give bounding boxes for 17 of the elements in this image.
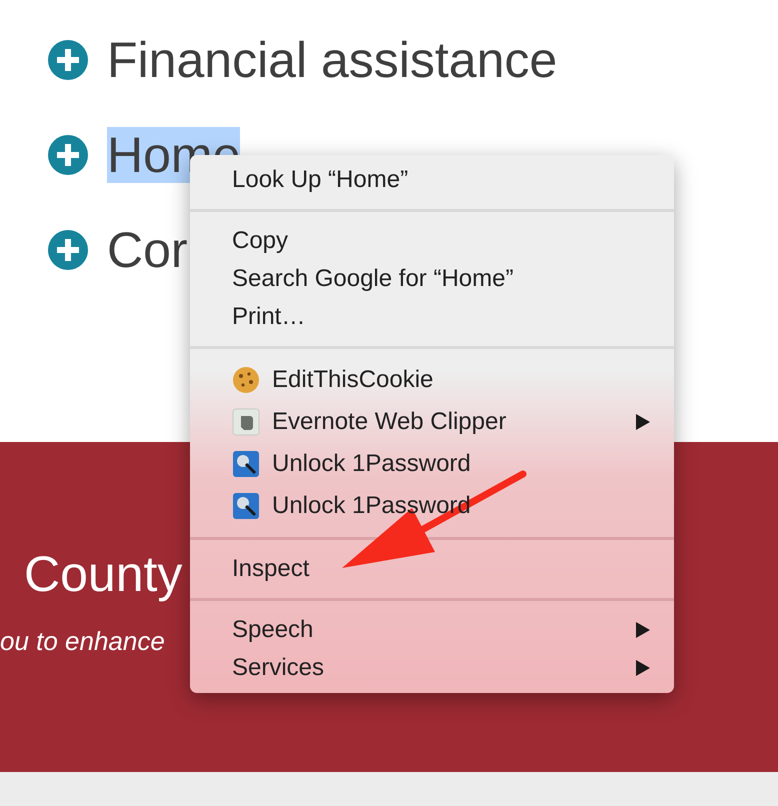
menu-item[interactable]: Print… [190,298,674,336]
menu-item[interactable]: Evernote Web Clipper [190,401,674,443]
cookie-icon [232,366,260,394]
menu-item[interactable]: Unlock 1Password [190,443,674,485]
plus-icon[interactable] [48,230,88,270]
menu-item[interactable]: Services [190,649,674,687]
list-item-heading[interactable]: Financial assistance [107,30,558,90]
menu-item[interactable]: Search Google for “Home” [190,260,674,298]
banner-heading: County [24,545,182,604]
banner-tagline: ou to enhance [0,626,165,657]
plus-icon[interactable] [48,135,88,175]
menu-item[interactable]: Copy [190,222,674,260]
menu-item[interactable]: Inspect [190,550,674,588]
menu-item[interactable]: EditThisCookie [190,359,674,401]
plus-icon[interactable] [48,40,88,80]
list-item-heading[interactable]: Cor [107,220,188,280]
menu-item[interactable]: Speech [190,611,674,649]
